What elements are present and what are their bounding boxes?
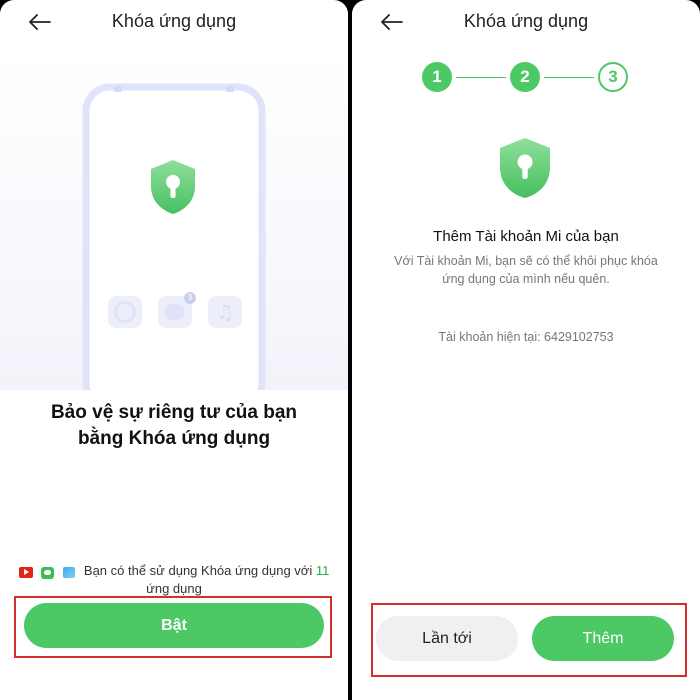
app-icons-row bbox=[18, 563, 80, 580]
supported-apps-info: Bạn có thể sử dụng Khóa ứng dụng với 11 … bbox=[0, 562, 348, 597]
header: Khóa ứng dụng bbox=[0, 0, 348, 44]
add-button[interactable]: Thêm bbox=[532, 616, 674, 661]
music-app-icon: ♫ bbox=[208, 296, 242, 328]
apps-text-suffix: ứng dụng bbox=[146, 581, 202, 597]
back-button[interactable] bbox=[376, 8, 408, 36]
description-line-1: Với Tài khoản Mi, bạn sẽ có thể khôi phụ… bbox=[394, 254, 658, 268]
line-app-icon bbox=[41, 566, 55, 579]
heading-line-1: Bảo vệ sự riêng tư của bạn bbox=[50, 402, 298, 423]
later-button[interactable]: Lần tới bbox=[376, 616, 518, 661]
back-arrow-icon bbox=[381, 14, 403, 30]
phone-illustration-graphic bbox=[82, 83, 266, 411]
heading-line-2: bằng Khóa ứng dụng bbox=[77, 428, 271, 449]
step-connector-2 bbox=[544, 77, 594, 78]
message-badge: 3 bbox=[184, 292, 196, 304]
page-title: Khóa ứng dụng bbox=[463, 11, 589, 31]
gallery-icon bbox=[62, 567, 75, 579]
camera-app-icon bbox=[108, 296, 142, 328]
step-3: 3 bbox=[598, 62, 628, 92]
step-1: 1 bbox=[422, 62, 452, 92]
apps-text-prefix: Bạn có thể sử dụng Khóa ứng dụng với bbox=[83, 563, 316, 578]
apps-count: 11 bbox=[315, 563, 330, 578]
app-lock-intro-screen: Khóa ứng dụng 3 ♫ Bảo vệ sự riêng tư của… bbox=[0, 0, 348, 700]
step-2: 2 bbox=[510, 62, 540, 92]
page-title: Khóa ứng dụng bbox=[111, 11, 237, 31]
enable-button[interactable]: Bật bbox=[24, 603, 324, 648]
header: Khóa ứng dụng bbox=[352, 0, 700, 44]
step-connector-1 bbox=[456, 77, 506, 78]
add-account-description: Với Tài khoản Mi, bạn sẽ có thể khôi phụ… bbox=[372, 252, 680, 288]
back-arrow-icon bbox=[29, 14, 51, 30]
intro-heading: Bảo vệ sự riêng tư của bạn bằng Khóa ứng… bbox=[20, 400, 328, 452]
shield-lock-icon bbox=[151, 160, 195, 214]
phone-illustration: 3 ♫ bbox=[0, 50, 348, 411]
add-account-heading: Thêm Tài khoản Mi của bạn bbox=[433, 228, 619, 245]
current-account-text: Tài khoản hiện tại: 6429102753 bbox=[438, 330, 614, 344]
shield-lock-icon bbox=[500, 138, 550, 198]
message-app-icon: 3 bbox=[158, 292, 196, 328]
youtube-icon bbox=[18, 567, 33, 579]
step-indicator: 1 2 3 bbox=[422, 62, 628, 94]
back-button[interactable] bbox=[24, 8, 56, 36]
description-line-2: ứng dụng của mình nếu quên. bbox=[442, 272, 610, 286]
add-mi-account-screen: Khóa ứng dụng 1 2 3 Thêm Tài khoản Mi củ… bbox=[352, 0, 700, 700]
